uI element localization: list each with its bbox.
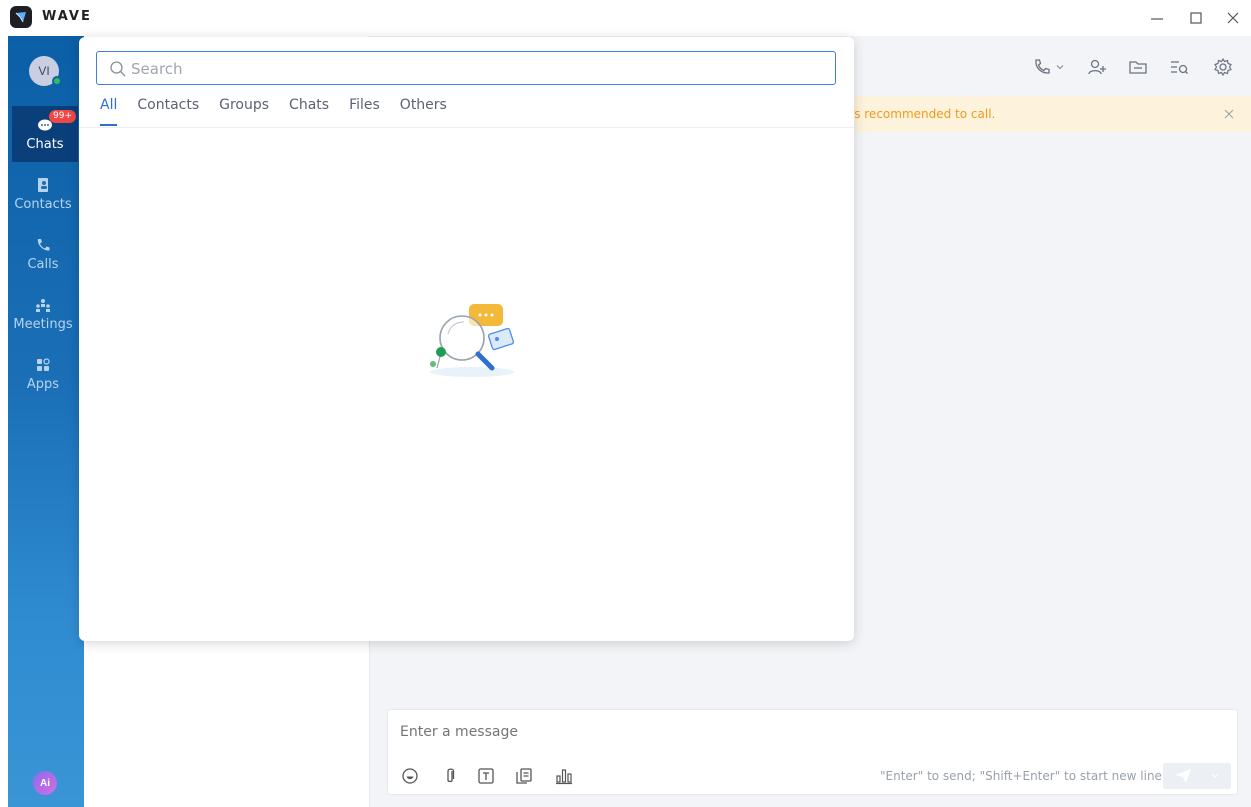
chevron-down-icon xyxy=(1211,773,1219,778)
tab-groups[interactable]: Groups xyxy=(219,97,269,127)
send-icon xyxy=(1175,769,1191,783)
emoji-icon[interactable] xyxy=(400,766,420,786)
attachment-icon[interactable] xyxy=(440,766,460,786)
tab-all[interactable]: All xyxy=(100,97,118,127)
send-button[interactable] xyxy=(1163,763,1231,789)
sidebar-item-label: Calls xyxy=(27,257,59,272)
meetings-icon xyxy=(34,296,52,314)
unread-badge: 99+ xyxy=(49,110,76,123)
send-hint: "Enter" to send; "Shift+Enter" to start … xyxy=(880,769,1162,783)
add-user-icon[interactable] xyxy=(1086,56,1108,78)
search-box xyxy=(96,51,836,85)
poll-icon[interactable] xyxy=(554,766,574,786)
maximize-icon[interactable] xyxy=(1184,6,1208,30)
tab-contacts[interactable]: Contacts xyxy=(137,97,199,127)
sidebar-item-label: Contacts xyxy=(14,197,72,212)
text-format-icon[interactable] xyxy=(476,766,496,786)
message-input[interactable] xyxy=(400,724,1100,740)
close-icon[interactable] xyxy=(1221,106,1237,122)
search-input[interactable] xyxy=(131,59,821,79)
phone-icon[interactable] xyxy=(1031,56,1053,78)
sidebar-item-chats[interactable]: 99+ Chats xyxy=(12,106,78,162)
apps-grid-icon xyxy=(36,356,50,374)
phone-icon xyxy=(35,236,51,254)
tab-files[interactable]: Files xyxy=(349,97,380,127)
tabs-divider xyxy=(79,127,854,128)
search-panel: All Contacts Groups Chats Files Others xyxy=(79,37,854,641)
tab-chats[interactable]: Chats xyxy=(289,97,329,127)
title-bar: WAVE xyxy=(0,0,1251,36)
wave-logo-icon xyxy=(10,6,32,28)
sidebar-item-calls[interactable]: Calls xyxy=(8,226,78,282)
sidebar-item-meetings[interactable]: Meetings xyxy=(8,286,78,342)
sidebar-item-contacts[interactable]: Contacts xyxy=(8,166,78,222)
tab-others[interactable]: Others xyxy=(400,97,447,127)
search-history-icon[interactable] xyxy=(1168,56,1190,78)
contacts-book-icon xyxy=(36,176,50,194)
minimize-icon[interactable] xyxy=(1145,6,1169,30)
empty-search-illustration-icon xyxy=(430,304,515,377)
nav-sidebar: VI 99+ Chats Contacts Calls Meetings App… xyxy=(8,36,84,807)
sidebar-item-label: Apps xyxy=(26,377,60,392)
close-window-icon[interactable] xyxy=(1221,6,1245,30)
online-status-indicator xyxy=(52,76,62,86)
template-icon[interactable] xyxy=(514,766,534,786)
folder-icon[interactable] xyxy=(1127,56,1149,78)
sidebar-item-apps[interactable]: Apps xyxy=(8,346,78,402)
chat-bubble-icon: 99+ xyxy=(37,110,76,134)
ai-assistant-button[interactable]: Ai xyxy=(33,771,57,795)
message-composer: "Enter" to send; "Shift+Enter" to start … xyxy=(387,709,1238,795)
sidebar-item-label: Chats xyxy=(26,137,64,152)
sidebar-item-label: Meetings xyxy=(13,317,73,332)
chevron-down-icon[interactable] xyxy=(1053,56,1067,78)
app-title: WAVE xyxy=(42,9,92,24)
search-icon xyxy=(110,61,126,77)
gear-icon[interactable] xyxy=(1212,56,1234,78)
search-tabs: All Contacts Groups Chats Files Others xyxy=(100,97,447,127)
